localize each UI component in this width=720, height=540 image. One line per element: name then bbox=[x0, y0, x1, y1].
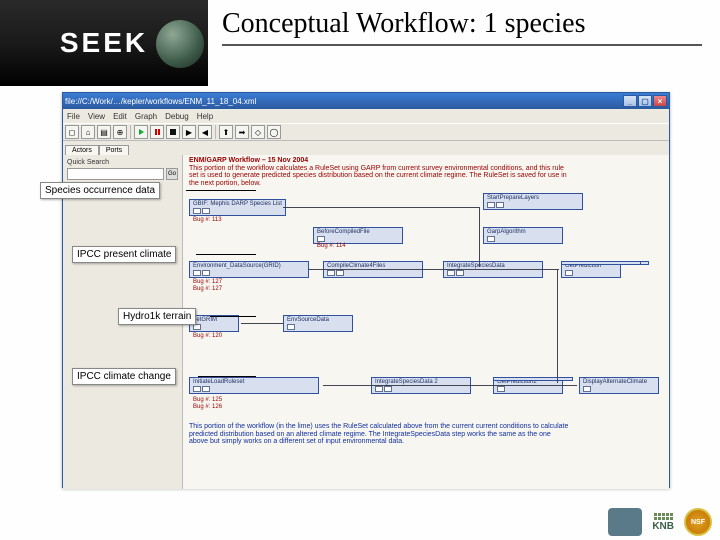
menu-file[interactable]: File bbox=[67, 112, 80, 121]
node-env[interactable]: Environment_DataSource(GRID) bbox=[189, 261, 309, 278]
logo-text: SEEK bbox=[60, 27, 148, 59]
bug-126: Bug #: 126 bbox=[193, 404, 222, 410]
footer-logos: KNB NSF bbox=[608, 508, 712, 536]
arrow-right-icon[interactable]: ➡ bbox=[235, 125, 249, 139]
search-label: Quick Search bbox=[67, 159, 178, 166]
toolbar: ◻ ⌂ ▤ ⊕ ▶ ◀ ⬆ ➡ ◇ ◯ bbox=[63, 123, 669, 141]
diamond-icon[interactable]: ◇ bbox=[251, 125, 265, 139]
play-icon[interactable] bbox=[134, 125, 148, 139]
bug-127b: Bug #: 127 bbox=[193, 286, 222, 292]
save-icon[interactable]: ▤ bbox=[97, 125, 111, 139]
window-titlebar[interactable]: file://C:/Work/…/kepler/workflows/ENM_11… bbox=[63, 93, 669, 109]
node-initload[interactable]: InitiateLoadRuleset bbox=[189, 377, 319, 394]
menu-help[interactable]: Help bbox=[197, 112, 213, 121]
step-icon[interactable]: ▶ bbox=[182, 125, 196, 139]
callout-line bbox=[210, 316, 256, 317]
node-garpalg[interactable]: GarpAlgorithm bbox=[483, 227, 563, 244]
title-area: Conceptual Workflow: 1 species bbox=[208, 0, 720, 86]
callout-hydro1k: Hydro1k terrain bbox=[118, 308, 196, 325]
pause-icon[interactable] bbox=[150, 125, 164, 139]
node-resample[interactable] bbox=[493, 377, 573, 381]
knb-text: KNB bbox=[652, 521, 674, 532]
search-input[interactable] bbox=[67, 168, 164, 180]
slide-header: SEEK Conceptual Workflow: 1 species bbox=[0, 0, 720, 86]
callout-line bbox=[186, 190, 256, 191]
node-gbif[interactable]: GBIF: Mephis DARP Species List bbox=[189, 199, 286, 216]
new-icon[interactable]: ◻ bbox=[65, 125, 79, 139]
bug-127a: Bug #: 127 bbox=[193, 279, 222, 285]
callout-ipcc-present: IPCC present climate bbox=[72, 246, 176, 263]
settings-icon[interactable]: ◯ bbox=[267, 125, 281, 139]
menubar: File View Edit Graph Debug Help bbox=[63, 109, 669, 123]
node-display-alt[interactable]: DisplayAlternateClimate bbox=[579, 377, 659, 394]
maximize-icon[interactable]: ▢ bbox=[638, 95, 652, 107]
knb-dots-icon bbox=[654, 513, 673, 520]
tab-actors[interactable]: Actors bbox=[65, 145, 99, 155]
app-window: file://C:/Work/…/kepler/workflows/ENM_11… bbox=[62, 92, 670, 488]
open-icon[interactable]: ⌂ bbox=[81, 125, 95, 139]
bug-114: Bug #: 114 bbox=[317, 243, 346, 249]
node-startprep[interactable]: StartPrepareLayers bbox=[483, 193, 583, 210]
globe-icon bbox=[156, 20, 204, 68]
workflow-description-bottom: This portion of the workflow (in the lim… bbox=[189, 423, 569, 446]
menu-graph[interactable]: Graph bbox=[135, 112, 157, 121]
menu-view[interactable]: View bbox=[88, 112, 105, 121]
workflow-description-top: ENM/GARP Workflow – 15 Nov 2004 This por… bbox=[189, 157, 569, 188]
wire bbox=[241, 323, 283, 324]
workflow-canvas[interactable]: ENM/GARP Workflow – 15 Nov 2004 This por… bbox=[183, 155, 669, 489]
wire bbox=[557, 269, 558, 383]
bug-113: Bug #: 113 bbox=[193, 217, 222, 223]
minimize-icon[interactable]: _ bbox=[623, 95, 637, 107]
stop-icon[interactable] bbox=[166, 125, 180, 139]
wire bbox=[283, 207, 479, 208]
wire bbox=[309, 269, 559, 270]
nsf-logo-icon: NSF bbox=[684, 508, 712, 536]
desc1-body: This portion of the workflow calculates … bbox=[189, 165, 567, 187]
title-rule bbox=[222, 44, 702, 46]
callout-ipcc-change: IPCC climate change bbox=[72, 368, 176, 385]
tabbar: Actors Ports bbox=[63, 141, 669, 155]
callout-line bbox=[196, 254, 256, 255]
zoom-icon[interactable]: ⊕ bbox=[113, 125, 127, 139]
tab-ports[interactable]: Ports bbox=[99, 145, 129, 155]
knb-logo: KNB bbox=[652, 513, 674, 532]
wire bbox=[323, 385, 577, 386]
window-controls: _ ▢ × bbox=[623, 95, 667, 107]
node-before[interactable]: BeforeCompiledFile bbox=[313, 227, 403, 244]
rewind-icon[interactable]: ◀ bbox=[198, 125, 212, 139]
window-title: file://C:/Work/…/kepler/workflows/ENM_11… bbox=[65, 97, 256, 106]
callout-line bbox=[198, 376, 256, 377]
arrow-up-icon[interactable]: ⬆ bbox=[219, 125, 233, 139]
close-icon[interactable]: × bbox=[653, 95, 667, 107]
org-logo-icon bbox=[608, 508, 642, 536]
node-disp[interactable] bbox=[561, 261, 641, 265]
search-go-button[interactable]: Go bbox=[166, 168, 178, 180]
node-envsrc2[interactable]: EnvSourceData bbox=[283, 315, 353, 332]
callout-species: Species occurrence data bbox=[40, 182, 160, 199]
bug-120: Bug #: 120 bbox=[193, 333, 222, 339]
desc1-title: ENM/GARP Workflow – 15 Nov 2004 bbox=[189, 157, 308, 164]
menu-debug[interactable]: Debug bbox=[165, 112, 189, 121]
slide-title: Conceptual Workflow: 1 species bbox=[222, 8, 720, 40]
menu-edit[interactable]: Edit bbox=[113, 112, 127, 121]
seek-logo: SEEK bbox=[0, 0, 208, 86]
wire bbox=[479, 207, 480, 267]
node-netgrim[interactable]: netGRIM bbox=[189, 315, 239, 332]
bug-125: Bug #: 125 bbox=[193, 397, 222, 403]
